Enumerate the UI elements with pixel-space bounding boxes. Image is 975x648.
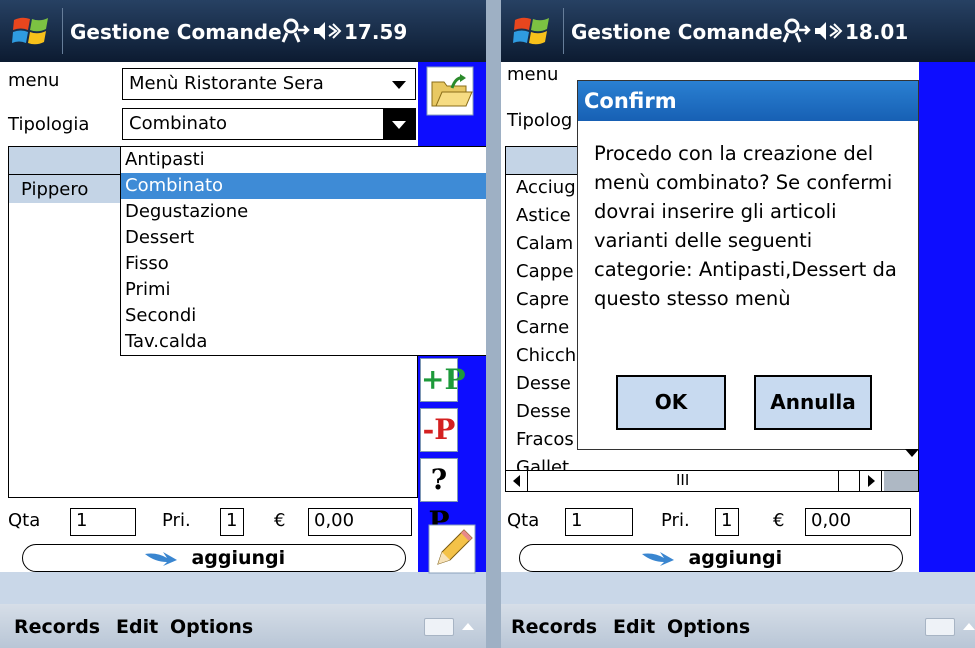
- add-button-label: aggiungi: [191, 547, 286, 569]
- keyboard-icon[interactable]: [925, 618, 955, 636]
- windows-start-icon[interactable]: [511, 12, 555, 50]
- chevron-up-icon[interactable]: [462, 623, 474, 630]
- connectivity-icon[interactable]: [280, 17, 310, 45]
- dropdown-option[interactable]: Dessert: [121, 225, 486, 251]
- title-bar: Gestione Comande 18.01: [501, 0, 975, 62]
- tipologia-label: Tipologia: [8, 114, 90, 135]
- pri-field[interactable]: 1: [220, 508, 244, 536]
- dropdown-option[interactable]: Primi: [121, 277, 486, 303]
- dropdown-option[interactable]: Fisso: [121, 251, 486, 277]
- tipologia-select-value: Combinato: [129, 113, 228, 134]
- menu-bar: Records Edit Options: [0, 604, 486, 648]
- folder-open-icon[interactable]: [426, 66, 474, 116]
- menu-label: menu: [507, 64, 559, 85]
- dropdown-option[interactable]: Degustazione: [121, 199, 486, 225]
- query-p-button[interactable]: ?P: [420, 458, 458, 538]
- scroll-thumb[interactable]: III: [676, 471, 689, 489]
- pri-label: Pri.: [162, 510, 191, 531]
- tipologia-dropdown[interactable]: Antipasti Combinato Degustazione Dessert…: [120, 146, 486, 356]
- cancel-button[interactable]: Annulla: [754, 375, 872, 430]
- speaker-icon[interactable]: [312, 20, 342, 42]
- tipologia-label: Tipolog: [507, 110, 573, 131]
- qta-label: Qta: [8, 510, 41, 531]
- scroll-spacer: [838, 471, 860, 491]
- app-title: Gestione Comande: [70, 20, 282, 44]
- price-field[interactable]: 0,00: [308, 508, 412, 536]
- remove-p-button[interactable]: -P: [420, 408, 458, 452]
- dialog-message: Procedo con la creazione del menù combin…: [594, 142, 897, 310]
- menu-options[interactable]: Options: [170, 616, 253, 638]
- app-title: Gestione Comande: [571, 20, 783, 44]
- add-button-label: aggiungi: [688, 547, 783, 569]
- title-bar: Gestione Comande 17.59: [0, 0, 486, 62]
- arrow-hand-icon: [144, 551, 177, 566]
- screen-divider: [486, 0, 501, 648]
- add-p-button[interactable]: +P: [420, 358, 466, 402]
- edit-pencil-icon[interactable]: [428, 524, 476, 574]
- menu-records[interactable]: Records: [511, 616, 597, 638]
- menu-edit[interactable]: Edit: [613, 616, 655, 638]
- side-strip: [919, 62, 975, 572]
- currency-label: €: [274, 510, 286, 531]
- chevron-down-icon[interactable]: [383, 109, 415, 139]
- arrow-hand-icon: [641, 551, 674, 566]
- qta-field[interactable]: 1: [70, 508, 136, 536]
- confirm-dialog: Confirm Procedo con la creazione del men…: [577, 80, 919, 450]
- add-button[interactable]: aggiungi: [519, 544, 903, 572]
- add-button[interactable]: aggiungi: [22, 544, 406, 572]
- scroll-right-icon[interactable]: [860, 471, 882, 491]
- clock: 17.59: [344, 20, 408, 44]
- qta-field[interactable]: 1: [565, 508, 633, 536]
- chevron-down-icon[interactable]: [383, 69, 415, 99]
- connectivity-icon[interactable]: [781, 17, 811, 45]
- windows-start-icon[interactable]: [10, 12, 54, 50]
- left-screen: Gestione Comande 17.59 menu Menù Ristora…: [0, 0, 486, 648]
- chevron-down-icon[interactable]: [905, 446, 919, 460]
- dropdown-option[interactable]: Antipasti: [121, 147, 486, 173]
- scroll-corner: [884, 471, 918, 491]
- dropdown-option[interactable]: Secondi: [121, 303, 486, 329]
- currency-label: €: [773, 510, 785, 531]
- menu-edit[interactable]: Edit: [116, 616, 158, 638]
- right-screen: Gestione Comande 18.01 menu Tipolog Acci…: [501, 0, 975, 648]
- pri-label: Pri.: [661, 510, 690, 531]
- bottom-band: [501, 572, 975, 604]
- tipologia-select[interactable]: Combinato: [122, 108, 416, 140]
- pri-field[interactable]: 1: [715, 508, 739, 536]
- menu-records[interactable]: Records: [14, 616, 100, 638]
- menu-label: menu: [8, 70, 60, 91]
- horizontal-scrollbar[interactable]: III: [505, 470, 919, 492]
- keyboard-icon[interactable]: [424, 618, 454, 636]
- bottom-band: [0, 572, 486, 604]
- menu-select[interactable]: Menù Ristorante Sera: [122, 68, 416, 100]
- dialog-title: Confirm: [578, 81, 918, 121]
- speaker-icon[interactable]: [813, 20, 843, 42]
- chevron-up-icon[interactable]: [963, 623, 975, 630]
- dropdown-option-selected[interactable]: Combinato: [121, 173, 486, 199]
- scroll-left-icon[interactable]: [506, 471, 528, 491]
- price-field[interactable]: 0,00: [805, 508, 911, 536]
- menu-select-value: Menù Ristorante Sera: [129, 73, 324, 94]
- menu-options[interactable]: Options: [667, 616, 750, 638]
- menu-bar: Records Edit Options: [501, 604, 975, 648]
- dropdown-option[interactable]: Tav.calda: [121, 329, 486, 355]
- clock: 18.01: [845, 20, 909, 44]
- qta-label: Qta: [507, 510, 540, 531]
- ok-button[interactable]: OK: [616, 375, 726, 430]
